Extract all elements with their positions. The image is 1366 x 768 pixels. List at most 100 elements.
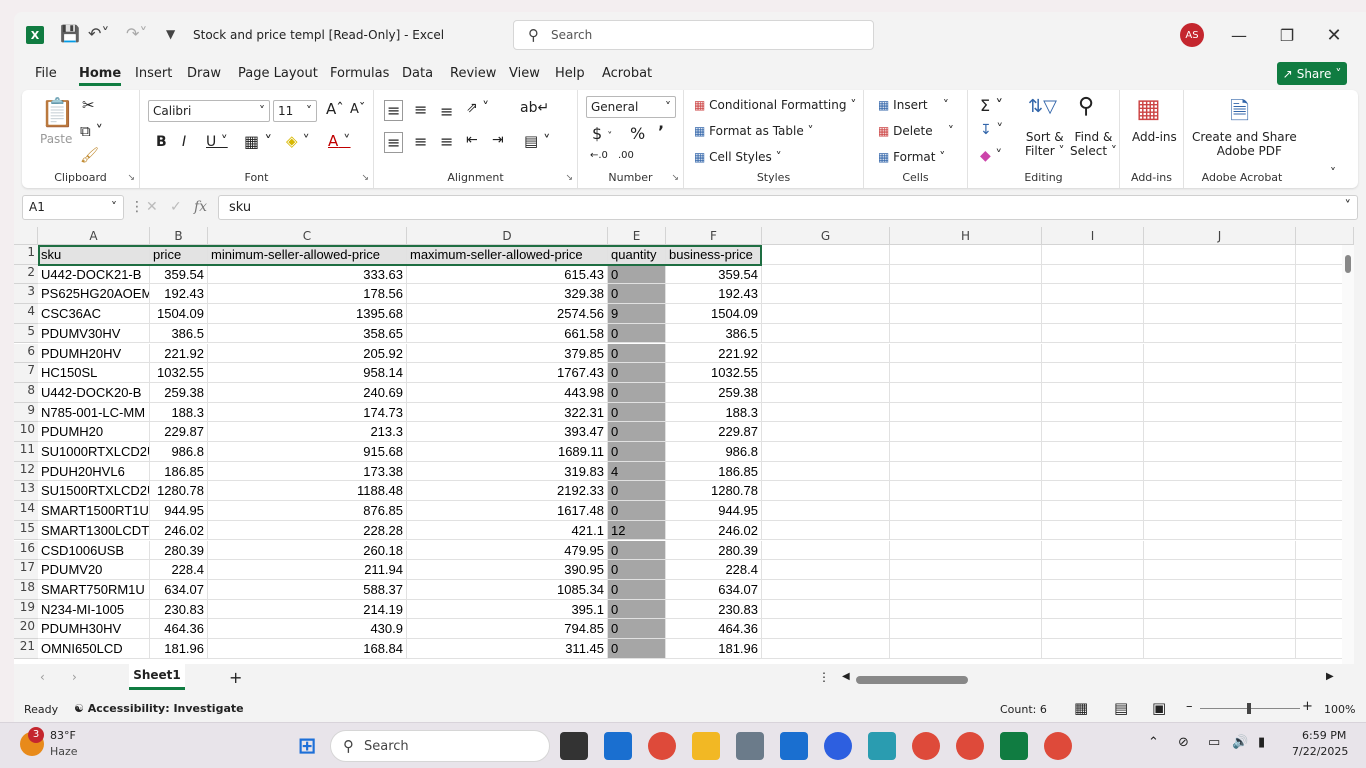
weather-temp[interactable]: 83°F <box>50 729 76 742</box>
create-pdf-icon[interactable]: 🗎 <box>1230 94 1249 135</box>
bold-icon[interactable]: B <box>156 134 167 150</box>
next-sheet-icon[interactable]: › <box>72 670 77 684</box>
table-cell[interactable] <box>1144 422 1296 442</box>
accounting-format-icon[interactable]: $ ˅ <box>592 124 612 143</box>
increase-decimal-icon[interactable]: ←.0 <box>590 150 608 161</box>
table-cell[interactable] <box>1042 481 1144 502</box>
table-cell[interactable]: 379.85 <box>407 343 608 364</box>
row-header[interactable]: 18 <box>14 579 38 600</box>
table-cell[interactable]: 246.02 <box>150 520 208 541</box>
table-cell[interactable] <box>890 461 1042 482</box>
table-cell[interactable] <box>1042 540 1144 561</box>
outlook-icon[interactable] <box>780 732 808 760</box>
table-cell[interactable]: 319.83 <box>407 461 608 482</box>
paste-icon[interactable]: 📋 <box>40 96 75 129</box>
table-cell[interactable]: N234-MI-1005 <box>38 599 150 620</box>
table-cell[interactable]: 958.14 <box>208 363 407 383</box>
table-cell[interactable]: U442-DOCK20-B <box>38 382 150 403</box>
autosum-icon[interactable]: Σ ˅ <box>980 96 1003 115</box>
table-cell[interactable]: 0 <box>608 363 666 383</box>
table-cell[interactable] <box>1042 619 1144 639</box>
table-cell[interactable]: SMART1500RT1U <box>38 501 150 521</box>
table-cell[interactable]: 1085.34 <box>407 579 608 600</box>
enter-icon[interactable]: ✓ <box>170 199 182 215</box>
minimize-button[interactable]: — <box>1216 20 1262 50</box>
table-cell[interactable]: 986.8 <box>150 442 208 462</box>
align-middle-icon[interactable]: ≡ <box>414 100 427 119</box>
table-cell[interactable]: 661.58 <box>407 323 608 344</box>
redo-icon[interactable]: ↷˅ <box>126 24 147 43</box>
percent-style-icon[interactable]: % <box>630 124 645 143</box>
table-cell[interactable] <box>762 579 890 600</box>
table-cell[interactable] <box>1042 264 1144 285</box>
table-cell[interactable] <box>762 343 890 364</box>
table-cell[interactable]: 386.5 <box>666 323 762 344</box>
table-cell[interactable]: 188.3 <box>150 402 208 423</box>
table-cell[interactable]: 0 <box>608 619 666 639</box>
table-cell[interactable] <box>762 284 890 305</box>
table-cell[interactable]: CSD1006USB <box>38 540 150 561</box>
column-header-h[interactable]: H <box>890 227 1042 245</box>
zoom-slider[interactable] <box>1200 703 1300 714</box>
header-cell[interactable] <box>890 245 1042 265</box>
column-header-i[interactable]: I <box>1042 227 1144 245</box>
table-cell[interactable]: 615.43 <box>407 264 608 285</box>
table-cell[interactable]: 213.3 <box>208 422 407 442</box>
table-cell[interactable]: 221.92 <box>150 343 208 364</box>
battery-icon[interactable]: ▮ <box>1258 735 1265 750</box>
grow-font-icon[interactable]: Aˆ <box>326 100 344 118</box>
insert-function-icon[interactable]: fx <box>194 199 207 215</box>
table-cell[interactable]: 178.56 <box>208 284 407 305</box>
table-cell[interactable]: 588.37 <box>208 579 407 600</box>
more-options-icon[interactable]: ⋮ <box>130 199 144 215</box>
table-cell[interactable]: 2574.56 <box>407 304 608 324</box>
table-cell[interactable] <box>1144 402 1296 423</box>
table-cell[interactable]: 9 <box>608 304 666 324</box>
number-launcher-icon[interactable]: ↘ <box>671 173 679 183</box>
table-cell[interactable]: 393.47 <box>407 422 608 442</box>
table-cell[interactable]: 0 <box>608 382 666 403</box>
table-cell[interactable]: SU1500RTXLCD2U <box>38 481 150 502</box>
horizontal-scrollbar[interactable] <box>856 676 1328 684</box>
prev-sheet-icon[interactable]: ‹ <box>40 670 45 684</box>
table-cell[interactable] <box>890 422 1042 442</box>
table-cell[interactable]: 181.96 <box>666 639 762 659</box>
table-cell[interactable] <box>1042 422 1144 442</box>
table-cell[interactable]: 915.68 <box>208 442 407 462</box>
table-cell[interactable] <box>1144 343 1296 364</box>
table-cell[interactable]: 0 <box>608 323 666 344</box>
table-cell[interactable]: 0 <box>608 284 666 305</box>
table-cell[interactable]: 333.63 <box>208 264 407 285</box>
column-header-c[interactable]: C <box>208 227 407 245</box>
column-header-b[interactable]: B <box>150 227 208 245</box>
undo-icon[interactable]: ↶˅ <box>88 24 109 43</box>
row-header[interactable]: 8 <box>14 382 38 403</box>
table-cell[interactable] <box>762 461 890 482</box>
table-cell[interactable] <box>1042 402 1144 423</box>
table-cell[interactable] <box>1144 619 1296 639</box>
table-cell[interactable]: 443.98 <box>407 382 608 403</box>
table-cell[interactable] <box>1144 560 1296 580</box>
clock-date[interactable]: 7/22/2025 <box>1292 745 1348 758</box>
table-cell[interactable]: 430.9 <box>208 619 407 639</box>
table-cell[interactable] <box>762 442 890 462</box>
table-cell[interactable] <box>762 639 890 659</box>
tab-file[interactable]: File <box>35 66 57 81</box>
table-cell[interactable] <box>762 501 890 521</box>
increase-indent-icon[interactable]: ⇥ <box>492 132 504 148</box>
customize-qat-icon[interactable]: ▼ <box>166 27 175 41</box>
align-left-icon[interactable]: ≡ <box>384 132 404 153</box>
row-header[interactable]: 16 <box>14 540 38 561</box>
table-cell[interactable]: CSC36AC <box>38 304 150 324</box>
table-cell[interactable] <box>890 579 1042 600</box>
table-cell[interactable]: 1280.78 <box>150 481 208 502</box>
table-cell[interactable] <box>1144 501 1296 521</box>
format-cells-button[interactable]: ▦ Format ˅ <box>878 150 945 164</box>
comma-style-icon[interactable]: ’ <box>658 122 664 141</box>
table-cell[interactable] <box>890 363 1042 383</box>
table-cell[interactable] <box>1144 382 1296 403</box>
table-cell[interactable] <box>890 284 1042 305</box>
table-cell[interactable]: 230.83 <box>150 599 208 620</box>
row-header[interactable]: 14 <box>14 501 38 521</box>
table-cell[interactable]: 322.31 <box>407 402 608 423</box>
